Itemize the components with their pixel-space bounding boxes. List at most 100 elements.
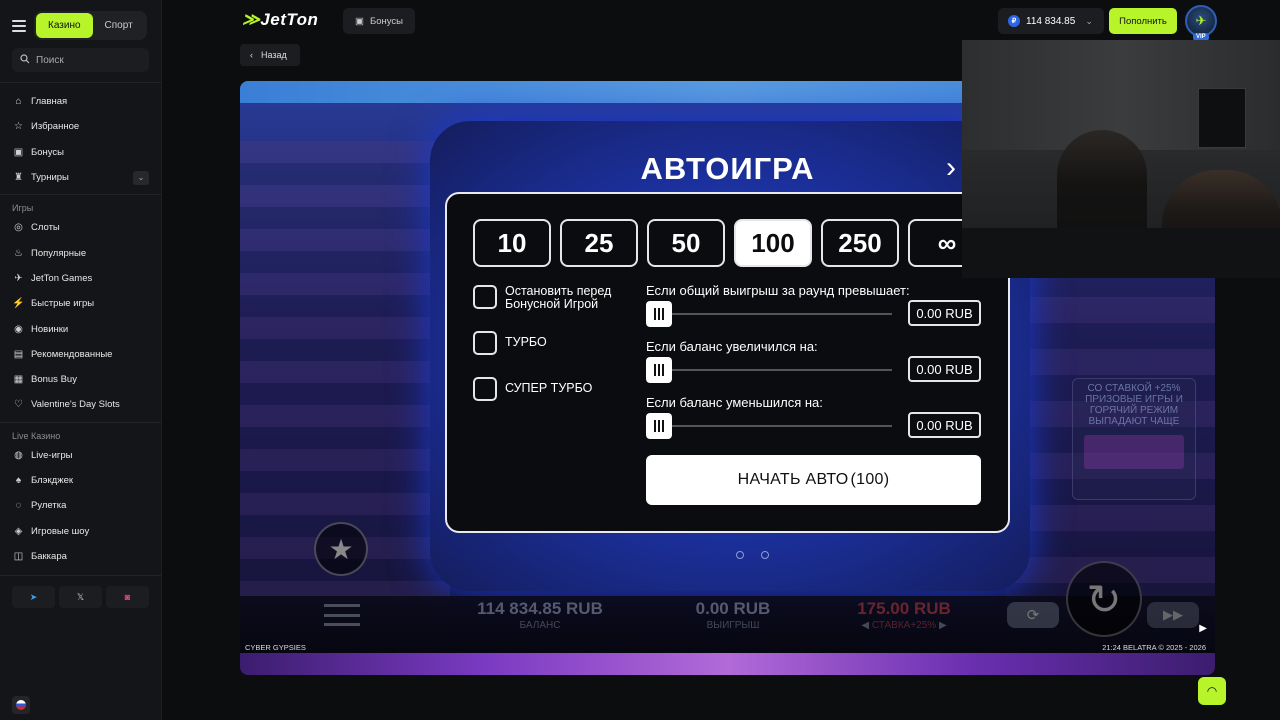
jet-icon: ✈	[1195, 13, 1207, 28]
option-label: Остановить перед Бонусной Игрой	[505, 284, 612, 311]
back-label: Назад	[261, 50, 287, 60]
checkbox[interactable]	[473, 331, 497, 355]
sidebar-item-blackjack[interactable]: ♠ Блэкджек	[0, 468, 161, 493]
cart-icon: ▦	[13, 374, 24, 386]
condition-label: Если баланс увеличился на:	[646, 339, 818, 354]
slider-handle[interactable]	[646, 357, 672, 383]
option-super-turbo[interactable]: СУПЕР ТУРБО	[473, 377, 592, 401]
sidebar-item-label: Быстрые игры	[31, 298, 95, 310]
option-turbo[interactable]: ТУРБО	[473, 331, 547, 355]
sidebar-item-roulette[interactable]: ◌ Рулетка	[0, 493, 161, 518]
webcam-overlay	[962, 40, 1280, 278]
menu-icon[interactable]	[12, 19, 26, 32]
sidebar-item-baccarat[interactable]: ◫ Баккара	[0, 544, 161, 569]
chevron-left-icon: ‹	[250, 50, 253, 60]
language-flag-icon[interactable]	[12, 696, 30, 714]
search-input[interactable]: Поиск	[12, 48, 149, 72]
star-icon[interactable]: ★	[314, 522, 368, 576]
vip-avatar[interactable]: ✈ VIP	[1185, 5, 1217, 41]
start-autoplay-button[interactable]: НАЧАТЬ АВТО (100)	[646, 455, 981, 505]
chip-100[interactable]: 100	[734, 219, 812, 267]
game-footer-info: 21:24 BELATRA © 2025 - 2026	[1102, 643, 1206, 652]
sidebar: Казино Спорт Поиск ⌂ Главная ☆ Избранное ▣…	[0, 0, 162, 720]
sidebar-item-recommended[interactable]: ▤ Рекомендованные	[0, 342, 161, 367]
promo-panel[interactable]: СО СТАВКОЙ +25% ПРИЗОВЫЕ ИГРЫ И ГОРЯЧИЙ …	[1072, 378, 1196, 500]
option-label: СУПЕР ТУРБО	[505, 381, 593, 395]
stat-win: 0.00 RUB ВЫИГРЫШ	[683, 599, 783, 631]
checkbox[interactable]	[473, 285, 497, 309]
sidebar-item-live-games[interactable]: ◍ Live-игры	[0, 443, 161, 468]
stat-bet[interactable]: 175.00 RUB ◀ СТАВКА+25% ▶	[844, 599, 964, 631]
spin-icon[interactable]: ↻	[1066, 561, 1142, 637]
chip-250[interactable]: 250	[821, 219, 899, 267]
cards-icon: ♠	[15, 475, 22, 486]
bet-decrease-icon[interactable]: ◀	[861, 620, 871, 631]
heart-icon: ♡	[14, 399, 23, 411]
search-placeholder: Поиск	[36, 54, 64, 66]
play-icon[interactable]: ▶	[1199, 623, 1207, 634]
back-button[interactable]: ‹ Назад	[240, 44, 300, 66]
game-bottom-strip	[240, 653, 1215, 675]
logo[interactable]: ≫JetTon	[242, 10, 318, 30]
option-label: ТУРБО	[505, 335, 547, 349]
sidebar-item-slots[interactable]: ◎ Слоты	[0, 215, 161, 240]
x-icon[interactable]: 𝕏	[59, 586, 102, 609]
instagram-icon[interactable]: ◙	[106, 586, 149, 609]
balance-decrease-value[interactable]: 0.00 RUB	[908, 412, 981, 438]
gift-icon: ▣	[355, 15, 364, 27]
sidebar-item-label: Турниры	[31, 172, 69, 184]
game-menu-icon[interactable]	[324, 604, 360, 626]
bet-increase-icon[interactable]: ▶	[936, 620, 947, 631]
balance-decrease-slider[interactable]	[646, 413, 892, 439]
sidebar-item-jetton-games[interactable]: ✈ JetTon Games	[0, 266, 161, 291]
sidebar-item-label: Bonus Buy	[31, 374, 77, 386]
balance-increase-slider[interactable]	[646, 357, 892, 383]
slots-icon: ◎	[14, 222, 23, 234]
tab-sport[interactable]: Спорт	[93, 13, 145, 38]
gamepad-icon	[1084, 435, 1184, 469]
chip-50[interactable]: 50	[647, 219, 725, 267]
checkbox[interactable]	[473, 377, 497, 401]
tab-casino[interactable]: Казино	[36, 13, 93, 38]
chip-10[interactable]: 10	[473, 219, 551, 267]
stat-label: ◀ СТАВКА+25% ▶	[861, 620, 947, 631]
balance-increase-value[interactable]: 0.00 RUB	[908, 356, 981, 382]
balance-value: 114 834.85	[1026, 15, 1076, 27]
turbo-icon[interactable]: ▶▶	[1147, 602, 1199, 628]
sidebar-item-game-shows[interactable]: ◈ Игровые шоу	[0, 518, 161, 543]
sidebar-item-bonuses[interactable]: ▣ Бонусы	[0, 140, 161, 165]
sidebar-item-label: Valentine's Day Slots	[31, 399, 120, 411]
slider-handle[interactable]	[646, 301, 672, 327]
star-icon: ☆	[14, 121, 23, 133]
chevron-down-icon: ⌄	[1085, 15, 1093, 26]
support-chat-icon[interactable]: ◠	[1198, 677, 1226, 705]
sidebar-item-tournaments[interactable]: ♜ Турниры ⌄	[0, 165, 161, 190]
sidebar-item-home[interactable]: ⌂ Главная	[0, 89, 161, 114]
telegram-icon[interactable]: ➤	[12, 586, 55, 609]
chevron-down-icon[interactable]: ⌄	[133, 170, 149, 185]
stat-balance: 114 834.85 RUB БАЛАНС	[465, 599, 615, 631]
win-limit-slider[interactable]	[646, 301, 892, 327]
page-dots	[736, 551, 769, 559]
chip-25[interactable]: 25	[560, 219, 638, 267]
sidebar-item-favorites[interactable]: ☆ Избранное	[0, 114, 161, 139]
bonuses-button[interactable]: ▣ Бонусы	[343, 8, 415, 34]
nav-main: ⌂ Главная ☆ Избранное ▣ Бонусы ♜ Турниры ⌄	[0, 83, 161, 190]
sidebar-item-valentines[interactable]: ♡ Valentine's Day Slots	[0, 392, 161, 417]
bonuses-label: Бонусы	[369, 15, 403, 27]
deposit-button[interactable]: Пополнить	[1109, 8, 1177, 34]
sidebar-item-label: Бонусы	[31, 146, 64, 158]
chevron-right-icon[interactable]: ›	[946, 151, 956, 185]
autoplay-icon[interactable]: ⟳	[1007, 602, 1059, 628]
sidebar-item-bonus-buy[interactable]: ▦ Bonus Buy	[0, 367, 161, 392]
sidebar-top: Казино Спорт	[0, 0, 161, 40]
slider-handle[interactable]	[646, 413, 672, 439]
balance-dropdown[interactable]: ₽ 114 834.85 ⌄	[998, 8, 1104, 34]
sidebar-item-popular[interactable]: ♨ Популярные	[0, 240, 161, 265]
sidebar-item-label: JetTon Games	[31, 272, 93, 284]
sidebar-item-fast-games[interactable]: ⚡ Быстрые игры	[0, 291, 161, 316]
option-stop-before-bonus[interactable]: Остановить перед Бонусной Игрой	[473, 285, 615, 311]
sidebar-item-new[interactable]: ◉ Новинки	[0, 316, 161, 341]
win-limit-value[interactable]: 0.00 RUB	[908, 300, 981, 326]
sidebar-item-label: Избранное	[31, 121, 80, 133]
